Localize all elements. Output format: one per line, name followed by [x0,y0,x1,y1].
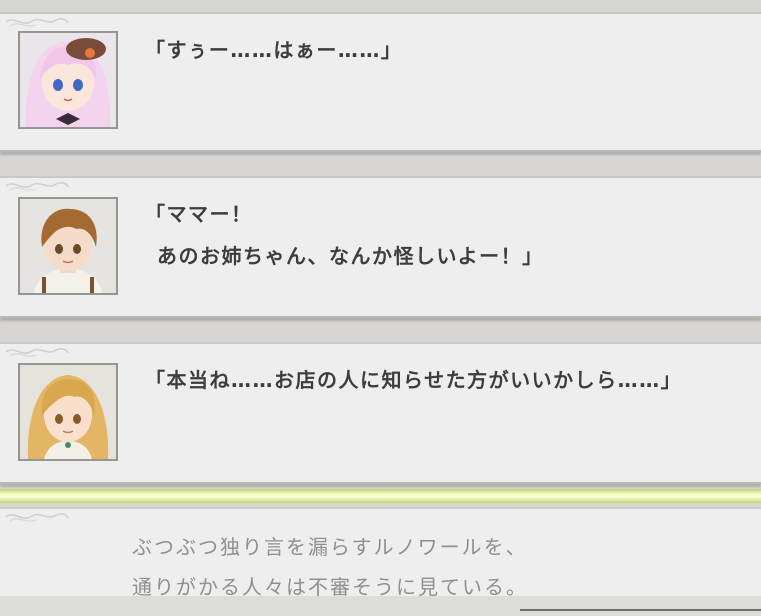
bottom-bar [0,596,761,616]
narration-line: ぶつぶつ独り言を漏らすルノワールを、 [132,535,528,559]
dialogue-entry: 「すぅー……はぁー……」 [0,12,761,152]
corner-flourish-icon [5,513,69,522]
blonde-woman-portrait [18,363,118,461]
dialogue-line: 「本当ね……お店の人に知らせた方がいいかしら……」 [145,368,683,392]
brown-haired-boy-portrait [18,197,118,295]
corner-flourish-icon [5,18,69,27]
corner-flourish-icon [5,182,69,191]
scroll-indicator[interactable] [520,609,761,611]
dialogue-line: あのお姉ちゃん、なんか怪しいよー！」 [157,244,544,268]
dialogue-entry: 「ママー！ あのお姉ちゃん、なんか怪しいよー！」 [0,176,761,318]
corner-flourish-icon [5,348,69,357]
dialogue-line: 「ママー！ [145,202,253,226]
dialogue-entry: 「本当ね……お店の人に知らせた方がいいかしら……」 [0,342,761,484]
selection-highlight-bar [0,489,761,503]
pink-haired-girl-portrait [18,31,118,129]
narration-entry: ぶつぶつ独り言を漏らすルノワールを、 通りがかる人々は不審そうに見ている。 [0,507,761,599]
dialogue-line: 「すぅー……はぁー……」 [145,38,403,62]
